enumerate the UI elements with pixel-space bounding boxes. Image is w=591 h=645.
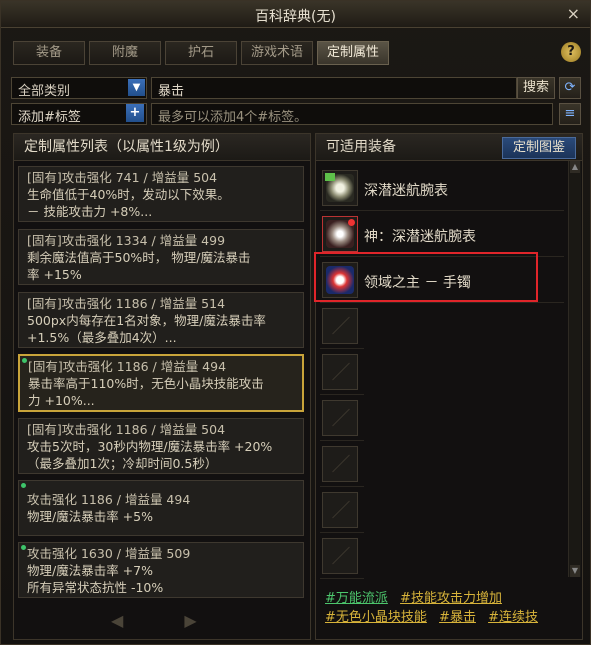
badge-icon — [325, 173, 335, 181]
attribute-title: [固有]攻击强化 1186 / 增益量 504 — [27, 422, 226, 437]
close-icon[interactable]: × — [567, 4, 580, 23]
attribute-title: [固有]攻击强化 1186 / 增益量 494 — [28, 359, 227, 374]
tag-links: #万能流派 #技能攻击力增加 #无色小晶块技能 #暴击 #连续技 — [325, 589, 575, 627]
attribute-title: 攻击强化 1630 / 增益量 509 — [27, 546, 191, 561]
empty-slot — [320, 350, 364, 395]
status-dot — [22, 358, 27, 363]
attribute-list-panel: 定制属性列表（以属性1级为例） [固有]攻击强化 741 / 增益量 504 生… — [13, 133, 311, 640]
tag-input-placeholder: 最多可以添加4个#标签。 — [158, 110, 308, 125]
attribute-item-6[interactable]: 攻击强化 1186 / 增益量 494 物理/魔法暴击率 +5% — [18, 480, 304, 536]
add-tag-plus-icon[interactable]: + — [126, 104, 144, 122]
tag-link[interactable]: #万能流派 — [325, 591, 388, 606]
pagination: ◀ ▶ — [111, 611, 197, 630]
tag-link[interactable]: #暴击 — [439, 610, 476, 625]
badge-icon — [348, 219, 355, 226]
list-menu-icon[interactable]: ≡ — [559, 103, 581, 125]
category-value: 全部类别 — [18, 84, 71, 99]
attribute-desc: 所有异常状态抗性 -10% — [27, 580, 164, 595]
equipment-header-label: 可适用装备 — [326, 139, 396, 155]
attribute-desc: － 技能攻击力 +8%... — [27, 204, 153, 219]
prev-page-icon[interactable]: ◀ — [111, 611, 123, 630]
empty-slot-icon — [322, 308, 358, 344]
empty-slot — [320, 396, 364, 441]
scroll-up-icon[interactable]: ▲ — [570, 161, 580, 173]
tab-enchant[interactable]: 附魔 — [89, 41, 161, 65]
tag-link[interactable]: #连续技 — [488, 610, 538, 625]
next-page-icon[interactable]: ▶ — [184, 611, 196, 630]
encyclopedia-window: 百科辞典(无) × 装备 附魔 护石 游戏术语 定制属性 ? 全部类别 ▼ 暴击… — [0, 0, 591, 645]
attribute-desc: 攻击5次时，30秒内物理/魔法暴击率 +20% — [27, 439, 273, 454]
empty-slot-icon — [322, 538, 358, 574]
refresh-icon[interactable]: ⟳ — [559, 77, 581, 99]
search-button[interactable]: 搜索 — [517, 77, 555, 99]
attribute-item-5[interactable]: [固有]攻击强化 1186 / 增益量 504 攻击5次时，30秒内物理/魔法暴… — [18, 418, 304, 474]
attribute-title: 攻击强化 1186 / 增益量 494 — [27, 492, 191, 507]
empty-slot — [320, 442, 364, 487]
attribute-desc: 暴击率高于110%时，无色小晶块技能攻击 — [28, 376, 264, 391]
empty-slot — [320, 488, 364, 533]
equipment-panel: 可适用装备 定制图鉴 深潜迷航腕表 神：深潜迷航腕表 领域之主 － 手镯 — [315, 133, 583, 640]
attribute-title: [固有]攻击强化 1334 / 增益量 499 — [27, 233, 226, 248]
attribute-desc: 剩余魔法值高于50%时， 物理/魔法暴击 — [27, 250, 251, 265]
search-input[interactable]: 暴击 — [151, 77, 517, 99]
scroll-down-icon[interactable]: ▼ — [570, 565, 580, 577]
help-icon[interactable]: ? — [561, 42, 581, 62]
tab-equipment[interactable]: 装备 — [13, 41, 85, 65]
attribute-list-header: 定制属性列表（以属性1级为例） — [14, 134, 310, 161]
attribute-desc: 率 +15% — [27, 267, 82, 282]
attribute-desc: +1.5%（最多叠加4次）... — [27, 330, 177, 345]
status-dot — [21, 545, 26, 550]
equipment-item[interactable]: 深潜迷航腕表 — [320, 166, 564, 211]
empty-slot — [320, 304, 364, 349]
empty-slot — [320, 534, 364, 579]
category-dropdown[interactable]: 全部类别 ▼ — [11, 77, 147, 99]
attribute-desc: 生命值低于40%时，发动以下效果。 — [27, 187, 230, 202]
attribute-item-2[interactable]: [固有]攻击强化 1334 / 增益量 499 剩余魔法值高于50%时， 物理/… — [18, 229, 304, 285]
equipment-scrollbar[interactable]: ▲ ▼ — [568, 161, 581, 577]
attribute-item-3[interactable]: [固有]攻击强化 1186 / 增益量 514 500px内每存在1名对象，物理… — [18, 292, 304, 348]
tag-input[interactable]: 最多可以添加4个#标签。 — [151, 103, 553, 125]
tab-custom-attributes[interactable]: 定制属性 — [317, 41, 389, 65]
title-bar: 百科辞典(无) × — [1, 1, 590, 28]
custom-collection-button[interactable]: 定制图鉴 — [502, 137, 576, 159]
empty-slot-icon — [322, 492, 358, 528]
tab-game-terms[interactable]: 游戏术语 — [241, 41, 313, 65]
equipment-slot — [322, 216, 358, 252]
tab-talisman[interactable]: 护石 — [165, 41, 237, 65]
equipment-name: 神：深潜迷航腕表 — [364, 229, 476, 245]
attribute-desc: 力 +10%... — [28, 393, 95, 408]
tag-link[interactable]: #技能攻击力增加 — [400, 591, 502, 606]
window-title: 百科辞典(无) — [255, 9, 336, 25]
attribute-title: [固有]攻击强化 1186 / 增益量 514 — [27, 296, 226, 311]
attribute-desc: 物理/魔法暴击率 +5% — [27, 509, 153, 524]
empty-slot-icon — [322, 354, 358, 390]
attribute-desc: 500px内每存在1名对象，物理/魔法暴击率 — [27, 313, 266, 328]
chevron-down-icon[interactable]: ▼ — [128, 79, 145, 96]
search-value: 暴击 — [158, 84, 185, 99]
status-dot — [21, 483, 26, 488]
equipment-item[interactable]: 神：深潜迷航腕表 — [320, 212, 564, 257]
empty-slot-icon — [322, 400, 358, 436]
attribute-item-7[interactable]: 攻击强化 1630 / 增益量 509 物理/魔法暴击率 +7% 所有异常状态抗… — [18, 542, 304, 598]
attribute-item-4-selected[interactable]: [固有]攻击强化 1186 / 增益量 494 暴击率高于110%时，无色小晶块… — [18, 354, 304, 412]
attribute-item-1[interactable]: [固有]攻击强化 741 / 增益量 504 生命值低于40%时，发动以下效果。… — [18, 166, 304, 222]
attribute-desc: 物理/魔法暴击率 +7% — [27, 563, 153, 578]
equipment-name: 深潜迷航腕表 — [364, 183, 448, 199]
add-tag-label: 添加#标签 — [18, 110, 81, 125]
attribute-desc: （最多叠加1次；冷却时间0.5秒） — [27, 456, 218, 471]
attribute-title: [固有]攻击强化 741 / 增益量 504 — [27, 170, 218, 185]
empty-slot-icon — [322, 446, 358, 482]
tag-link[interactable]: #无色小晶块技能 — [325, 610, 427, 625]
selection-highlight — [314, 252, 538, 302]
equipment-slot — [322, 170, 358, 206]
